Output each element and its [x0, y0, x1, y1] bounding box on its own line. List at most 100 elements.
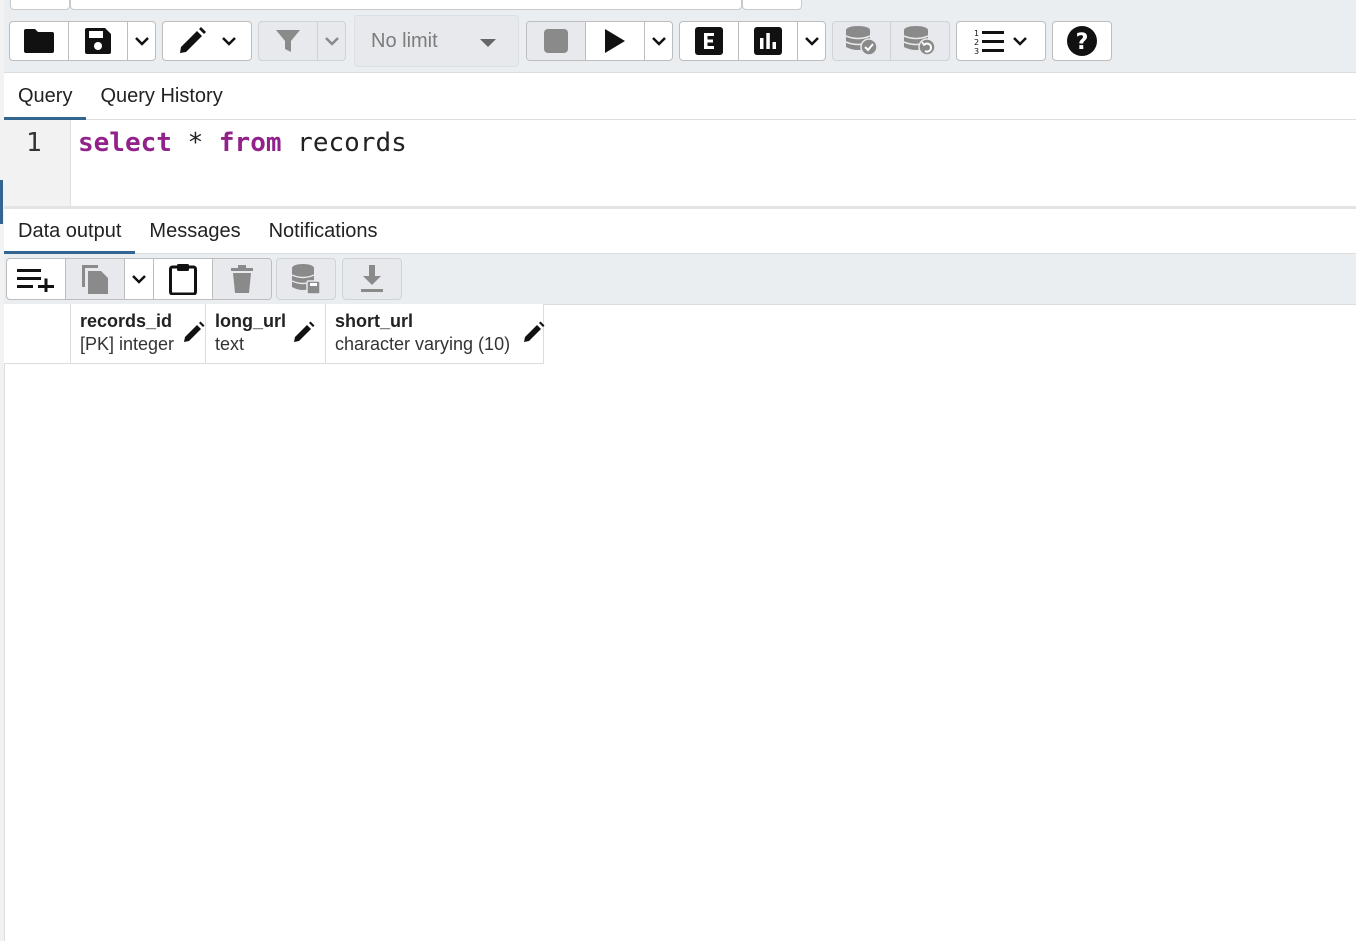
execute-button[interactable] [586, 22, 645, 60]
execute-dropdown-button[interactable] [645, 22, 672, 60]
folder-icon [23, 28, 55, 54]
chevron-down-icon [324, 36, 340, 46]
delete-row-button[interactable] [213, 259, 271, 299]
line-number: 1 [26, 128, 42, 158]
keyword-from: from [218, 128, 282, 158]
add-row-button[interactable] [7, 259, 66, 299]
clipboard-icon [169, 263, 197, 295]
paste-button[interactable] [154, 259, 213, 299]
grid-header-row: records_id [PK] integer long_url text sh… [4, 304, 545, 364]
panel-splitter-handle[interactable] [0, 180, 3, 224]
operator-star: * [187, 128, 204, 158]
explain-e-icon [695, 27, 723, 55]
question-circle-icon: ? [1067, 26, 1097, 56]
trash-icon [230, 265, 254, 293]
filter-icon [275, 28, 301, 54]
copy-dropdown-button[interactable] [125, 259, 154, 299]
pencil-icon[interactable] [293, 321, 315, 348]
row-actions-group [6, 258, 272, 300]
tab-data-output[interactable]: Data output [4, 209, 136, 254]
tab-query-history-label: Query History [100, 84, 223, 107]
row-number-header[interactable] [4, 304, 71, 363]
chevron-down-icon [134, 36, 150, 46]
tab-query-label: Query [18, 84, 73, 107]
svg-text:?: ? [1076, 30, 1089, 55]
tab-data-output-label: Data output [18, 219, 122, 242]
explain-analyze-button[interactable] [739, 22, 798, 60]
help-button-group: ? [1052, 21, 1112, 61]
tab-notifications-label: Notifications [268, 219, 378, 242]
tab-query-history[interactable]: Query History [86, 73, 236, 119]
save-data-button[interactable] [277, 259, 335, 299]
filter-button-group [258, 21, 346, 61]
rollback-button[interactable] [891, 22, 949, 60]
column-name: short_url [335, 311, 414, 331]
database-save-icon [291, 263, 321, 295]
column-header-long-url[interactable]: long_url text [206, 304, 326, 363]
column-header-records-id[interactable]: records_id [PK] integer [71, 304, 206, 363]
numbered-list-icon: 123 [974, 28, 1004, 54]
stop-button[interactable] [527, 22, 586, 60]
help-button[interactable]: ? [1053, 22, 1111, 60]
open-file-button[interactable] [10, 22, 69, 60]
bar-chart-icon [754, 27, 782, 55]
filter-button[interactable] [259, 22, 318, 60]
floppy-icon [84, 27, 112, 55]
database-check-icon [845, 25, 879, 57]
explain-button-group [679, 21, 826, 61]
top-strip [4, 0, 1356, 12]
caret-down-icon [480, 39, 496, 47]
chevron-down-icon [131, 274, 147, 284]
top-cutoff-field[interactable] [70, 0, 742, 10]
explain-dropdown-button[interactable] [798, 22, 825, 60]
rows-limit-select[interactable]: No limit [354, 15, 519, 67]
download-group [342, 258, 402, 300]
column-header-short-url[interactable]: short_url character varying (10) [326, 304, 545, 363]
file-button-group [9, 21, 156, 61]
identifier-table: records [297, 128, 407, 158]
play-icon [604, 28, 626, 54]
explain-button[interactable] [680, 22, 739, 60]
macros-button-group: 123 [956, 21, 1046, 61]
top-cutoff-button[interactable] [742, 0, 802, 10]
transaction-button-group [832, 21, 950, 61]
filter-dropdown-button[interactable] [318, 22, 345, 60]
commit-button[interactable] [833, 22, 892, 60]
tab-messages[interactable]: Messages [135, 209, 254, 253]
save-data-group [276, 258, 336, 300]
edit-button-group [162, 21, 252, 61]
copy-icon [80, 263, 110, 295]
line-number-gutter: 1 [4, 120, 71, 206]
copy-button[interactable] [66, 259, 125, 299]
data-grid: records_id [PK] integer long_url text sh… [4, 304, 545, 364]
stop-icon [544, 29, 568, 53]
download-button[interactable] [343, 259, 401, 299]
svg-text:3: 3 [974, 47, 979, 54]
rows-limit-value: No limit [371, 29, 438, 52]
code-line[interactable]: select * from records [78, 128, 407, 158]
chevron-down-icon [221, 36, 237, 46]
edit-menu-button[interactable] [163, 22, 251, 60]
macros-menu-button[interactable]: 123 [957, 22, 1045, 60]
pencil-icon[interactable] [523, 321, 545, 348]
output-tabs: Data output Messages Notifications [4, 209, 1356, 254]
download-icon [359, 265, 385, 293]
chevron-down-icon [651, 36, 667, 46]
editor-tabs: Query Query History [4, 73, 1356, 120]
add-row-icon [17, 266, 55, 292]
save-dropdown-button[interactable] [128, 22, 155, 60]
svg-text:1: 1 [974, 29, 979, 38]
database-undo-icon [903, 25, 937, 57]
save-file-button[interactable] [69, 22, 128, 60]
chevron-down-icon [1012, 36, 1028, 46]
column-type: character varying (10) [335, 334, 511, 354]
pencil-icon[interactable] [183, 321, 205, 348]
sql-editor[interactable]: 1 select * from records [4, 120, 1356, 209]
tab-messages-label: Messages [149, 219, 241, 242]
pencil-icon [177, 26, 207, 56]
svg-text:2: 2 [974, 38, 979, 47]
tab-query[interactable]: Query [4, 73, 87, 120]
tab-notifications[interactable]: Notifications [255, 209, 392, 253]
top-cutoff-control[interactable] [10, 0, 70, 10]
execute-button-group [526, 21, 673, 61]
